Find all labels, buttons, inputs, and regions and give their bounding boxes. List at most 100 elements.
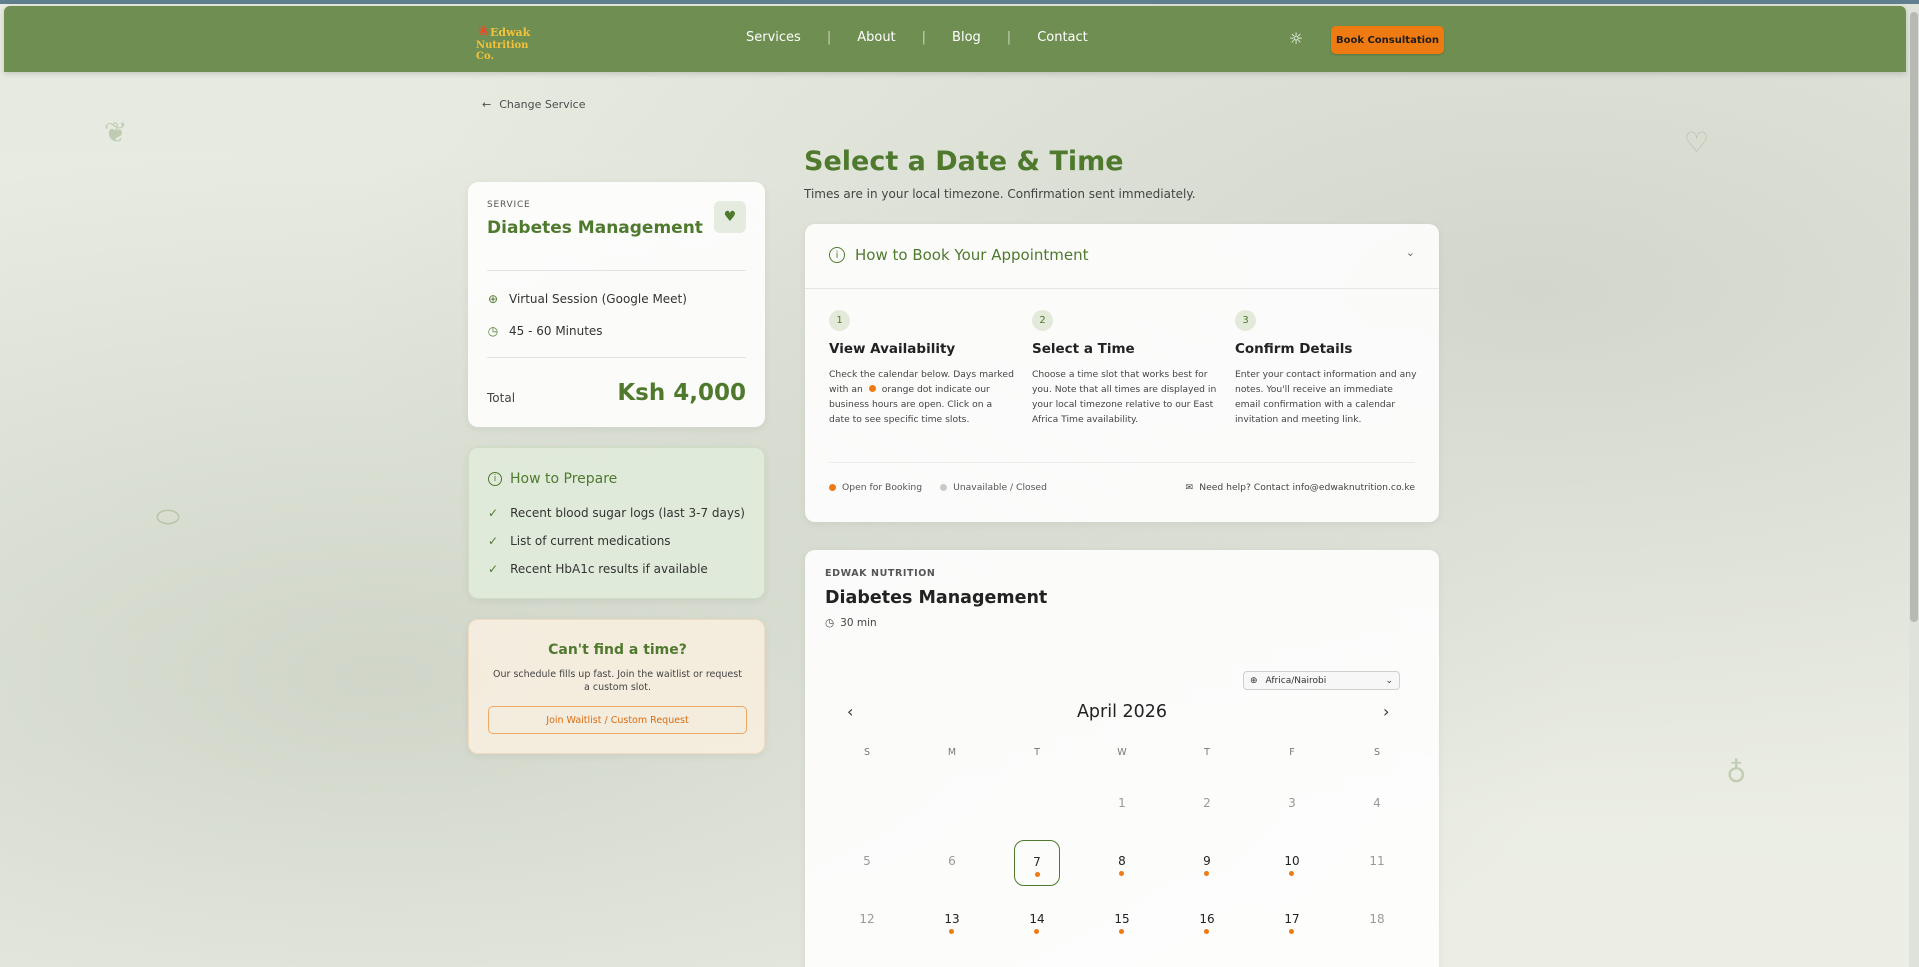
calendar-day[interactable]: 15 [1099,898,1145,944]
sun-icon[interactable]: ☼ [1287,30,1305,48]
day-number: 9 [1203,854,1211,868]
nav-services[interactable]: Services [746,30,801,45]
divider [487,270,746,271]
join-waitlist-button[interactable]: Join Waitlist / Custom Request [488,706,747,734]
globe-icon: ⊕ [487,292,499,306]
calendar-day-today[interactable]: 7 [1014,840,1060,886]
info-icon: i [829,247,845,263]
check-icon: ✓ [488,506,499,520]
availability-dot-icon [1035,872,1040,877]
day-number: 2 [1203,796,1211,810]
day-number: 3 [1288,796,1296,810]
nav-contact[interactable]: Contact [1037,30,1088,45]
day-number: 15 [1114,912,1130,926]
globe-icon: ⊕ [1250,675,1258,686]
duration-text: 45 - 60 Minutes [509,324,603,338]
day-number: 1 [1118,796,1126,810]
day-number: 17 [1284,912,1300,926]
legend-closed-label: Unavailable / Closed [953,482,1047,493]
scrollbar-thumb[interactable] [1910,12,1918,622]
prepare-title-text: How to Prepare [510,471,618,487]
weekday-label: T [1034,747,1040,758]
step-description: Enter your contact information and any n… [1235,369,1417,425]
weekday-label: M [947,747,957,758]
next-month-button[interactable]: › [1383,702,1389,721]
site-header: ❀ Edwak Nutrition Co. Services | About |… [4,6,1906,72]
prepare-item-text: List of current medications [510,534,671,548]
service-caption: SERVICE [487,200,531,210]
timezone-select[interactable]: ⊕ Africa/Nairobi ⌄ [1243,671,1400,690]
logo-text-line2: Nutrition Co. [476,40,529,62]
timezone-value: Africa/Nairobi [1265,675,1327,686]
session-type-row: ⊕ Virtual Session (Google Meet) [487,292,687,306]
calendar-day: 1 [1099,782,1145,828]
waitlist-description: Our schedule fills up fast. Join the wai… [493,669,742,693]
day-number: 6 [948,854,956,868]
page-title: Select a Date & Time [804,146,1124,177]
book-consultation-button[interactable]: Book Consultation [1331,26,1444,54]
calendar-day[interactable]: 13 [929,898,975,944]
day-number: 5 [863,854,871,868]
calendar-day[interactable]: 10 [1269,840,1315,886]
nav-separator: | [921,30,927,45]
waitlist-card: Can't find a time? Our schedule fills up… [468,619,765,754]
total-label: Total [487,391,516,405]
weekday-label: F [1289,747,1295,758]
availability-dot-icon [1204,929,1209,934]
step-3: 3 Confirm Details Enter your contact inf… [1235,310,1420,427]
calendar-day: 18 [1354,898,1400,944]
calendar-day[interactable]: 16 [1184,898,1230,944]
page-scrollbar[interactable] [1909,6,1919,967]
how-to-book-header[interactable]: i How to Book Your Appointment [829,246,1088,264]
info-icon: i [488,472,502,486]
calendar-day[interactable]: 14 [1014,898,1060,944]
help-contact[interactable]: ✉ Need help? Contact info@edwaknutrition… [1186,482,1416,493]
closed-dot-icon [940,484,948,491]
step-number: 2 [1032,310,1053,331]
logo-text-line1: Edwak [490,26,531,39]
calendar-legend: Open for Booking Unavailable / Closed [829,482,1047,493]
how-to-book-card: i How to Book Your Appointment ⌄ 1 View … [805,224,1439,522]
divider [829,462,1415,463]
how-to-prepare-card: i How to Prepare ✓ Recent blood sugar lo… [468,447,765,599]
nav-blog[interactable]: Blog [952,30,981,45]
day-number: 8 [1118,854,1126,868]
weekday-label: W [1117,747,1127,758]
heart-pulse-icon: ♥ [714,201,746,233]
apple-decoration-icon: ♁ [1726,756,1747,789]
brand-logo[interactable]: ❀ Edwak Nutrition Co. [474,24,544,62]
session-type-text: Virtual Session (Google Meet) [509,292,687,306]
availability-dot-icon [1204,871,1209,876]
step-description: Check the calendar below. Days marked wi… [829,367,1014,427]
calendar-day[interactable]: 9 [1184,840,1230,886]
chevron-down-icon: ⌄ [1385,675,1393,686]
service-name: Diabetes Management [487,218,703,238]
change-service-link[interactable]: ← Change Service [482,98,585,111]
total-price: Ksh 4,000 [617,380,746,406]
arrow-left-icon: ← [482,98,492,111]
calendar-day: 11 [1354,840,1400,886]
day-number: 16 [1199,912,1215,926]
availability-dot-icon [949,929,954,934]
chevron-down-icon[interactable]: ⌄ [1406,246,1415,259]
day-number: 11 [1369,854,1385,868]
calendar-duration: ◷ 30 min [825,617,877,629]
availability-dot-icon [1119,871,1124,876]
calendar-day: 6 [929,840,975,886]
prepare-title: i How to Prepare [488,471,617,487]
weekday-label: S [863,747,871,758]
clock-icon: ◷ [487,324,499,338]
calendar-day: 2 [1184,782,1230,828]
nav-about[interactable]: About [857,30,895,45]
divider [487,357,746,358]
orange-dot-icon [868,385,876,392]
nav-separator: | [1006,30,1012,45]
calendar-day[interactable]: 17 [1269,898,1315,944]
nav-separator: | [826,30,832,45]
availability-dot-icon [1034,929,1039,934]
prepare-item-text: Recent HbA1c results if available [510,562,708,576]
mail-icon: ✉ [1185,482,1194,493]
calendar-service-name: Diabetes Management [825,588,1048,608]
calendar-day: 4 [1354,782,1400,828]
calendar-day[interactable]: 8 [1099,840,1145,886]
